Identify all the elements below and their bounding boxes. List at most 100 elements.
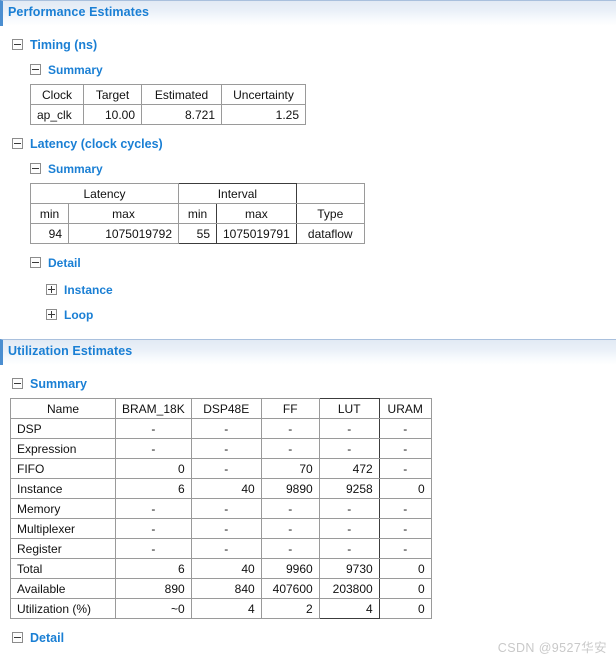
timing-summary-table: Clock Target Estimated Uncertainty ap_cl… (30, 84, 306, 125)
minus-square-icon[interactable] (12, 632, 23, 643)
tree-node-timing[interactable]: Timing (ns) (0, 34, 616, 55)
cell-latency-max: 1075019792 (68, 223, 179, 244)
cell-bram-18k: - (115, 538, 192, 559)
cell-uram: - (378, 418, 432, 439)
cell-resource-name: Total (10, 558, 116, 579)
minus-square-icon[interactable] (30, 64, 41, 75)
cell-lut: 4 (318, 598, 380, 619)
cell-ff: 70 (260, 458, 320, 479)
cell-lut: - (318, 498, 380, 519)
plus-square-icon[interactable] (46, 309, 57, 320)
latency-summary-table-wrap: Latency Interval min max min max Type 94… (0, 183, 616, 244)
cell-ff: 9890 (260, 478, 320, 499)
cell-dsp48e: 40 (190, 558, 262, 579)
cell-estimated: 8.721 (141, 104, 222, 125)
cell-lut: - (318, 438, 380, 459)
cell-resource-name: Memory (10, 498, 116, 519)
tree-node-latency-detail-loop[interactable]: Loop (0, 304, 616, 325)
cell-interval-max: 1075019791 (216, 223, 297, 244)
utilization-table-body: DSP - - - - - Expression - - - - - FIFO 0-70 472- Insta… (10, 418, 432, 619)
tree-node-latency-detail-loop-label: Loop (64, 307, 94, 322)
column-header-bram-18k: BRAM_18K (115, 398, 192, 419)
table-row: Utilization (%) ~0 4 2 4 0 (10, 598, 432, 619)
cell-uncertainty: 1.25 (221, 104, 306, 125)
table-row: Register - - - - - (10, 538, 432, 559)
cell-uram: - (378, 538, 432, 559)
cell-target: 10.00 (83, 104, 142, 125)
tree-node-utilization-detail-label: Detail (30, 630, 65, 645)
tree-node-utilization-summary[interactable]: Summary (0, 373, 616, 394)
performance-estimates-title: Performance Estimates (8, 5, 150, 19)
column-header-uram: URAM (378, 398, 432, 419)
cell-uram: 0 (378, 578, 432, 599)
cell-uram: - (378, 518, 432, 539)
column-header-latency-max: max (68, 203, 179, 224)
cell-ff: - (260, 538, 320, 559)
tree-node-latency-summary-label: Summary (48, 161, 103, 176)
cell-clock: ap_clk (30, 104, 84, 125)
column-header-interval-max: max (216, 203, 297, 224)
group-header-blank (295, 183, 365, 204)
table-row: Expression - - - - - (10, 438, 432, 459)
tree-node-utilization-summary-label: Summary (30, 376, 87, 391)
minus-square-icon[interactable] (12, 378, 23, 389)
utilization-estimates-banner: Utilization Estimates (0, 339, 616, 365)
group-header-interval: Interval (178, 183, 297, 204)
tree-node-latency-detail[interactable]: Detail (0, 252, 616, 273)
column-header-dsp48e: DSP48E (190, 398, 262, 419)
cell-resource-name: FIFO (10, 458, 116, 479)
cell-bram-18k: 6 (115, 558, 192, 579)
column-header-name: Name (10, 398, 116, 419)
cell-resource-name: Available (10, 578, 116, 599)
cell-resource-name: Instance (10, 478, 116, 499)
tree-node-latency[interactable]: Latency (clock cycles) (0, 133, 616, 154)
table-header-row: Clock Target Estimated Uncertainty (30, 84, 306, 105)
timing-summary-table-wrap: Clock Target Estimated Uncertainty ap_cl… (0, 84, 616, 125)
table-row: Multiplexer - - - - - (10, 518, 432, 539)
utilization-summary-table: Name BRAM_18K DSP48E FF LUT URAM DSP - - - - - Expr… (10, 398, 432, 619)
cell-resource-name: Expression (10, 438, 116, 459)
cell-lut: - (318, 538, 380, 559)
tree-node-timing-summary[interactable]: Summary (0, 59, 616, 80)
column-header-target: Target (83, 84, 142, 105)
column-header-lut: LUT (318, 398, 380, 419)
cell-latency-min: 94 (30, 223, 69, 244)
minus-square-icon[interactable] (12, 39, 23, 50)
tree-node-timing-label: Timing (ns) (30, 37, 98, 52)
column-header-latency-min: min (30, 203, 69, 224)
tree-node-latency-summary[interactable]: Summary (0, 158, 616, 179)
table-row: FIFO 0-70 472- (10, 458, 432, 479)
cell-lut: - (318, 518, 380, 539)
cell-resource-name: Utilization (%) (10, 598, 116, 619)
latency-summary-table: Latency Interval min max min max Type 94… (30, 183, 365, 244)
cell-uram: 0 (378, 478, 432, 499)
cell-bram-18k: 890 (115, 578, 192, 599)
cell-lut: - (318, 418, 380, 439)
cell-ff: - (260, 438, 320, 459)
cell-bram-18k: 6 (115, 478, 192, 499)
minus-square-icon[interactable] (12, 138, 23, 149)
cell-dsp48e: - (190, 438, 262, 459)
cell-uram: 0 (378, 598, 432, 619)
minus-square-icon[interactable] (30, 257, 41, 268)
tree-node-latency-detail-label: Detail (48, 255, 81, 270)
table-row: 94 1075019792 55 1075019791 dataflow (30, 223, 365, 244)
cell-ff: - (260, 418, 320, 439)
tree-node-latency-detail-instance-label: Instance (64, 282, 113, 297)
cell-lut: 9258 (318, 478, 380, 499)
tree-node-latency-detail-instance[interactable]: Instance (0, 279, 616, 300)
utilization-summary-table-wrap: Name BRAM_18K DSP48E FF LUT URAM DSP - - - - - Expr… (0, 398, 616, 619)
cell-bram-18k: - (115, 498, 192, 519)
cell-dsp48e: - (190, 498, 262, 519)
cell-uram: 0 (378, 558, 432, 579)
plus-square-icon[interactable] (46, 284, 57, 295)
table-group-header-row: Latency Interval (30, 183, 365, 204)
performance-estimates-section: Performance Estimates Timing (ns) Summar… (0, 0, 616, 325)
cell-ff: - (260, 518, 320, 539)
tree-node-latency-label: Latency (clock cycles) (30, 136, 163, 151)
utilization-estimates-title: Utilization Estimates (8, 344, 133, 358)
column-header-type: Type (295, 203, 365, 224)
table-row: DSP - - - - - (10, 418, 432, 439)
column-header-uncertainty: Uncertainty (221, 84, 306, 105)
minus-square-icon[interactable] (30, 163, 41, 174)
